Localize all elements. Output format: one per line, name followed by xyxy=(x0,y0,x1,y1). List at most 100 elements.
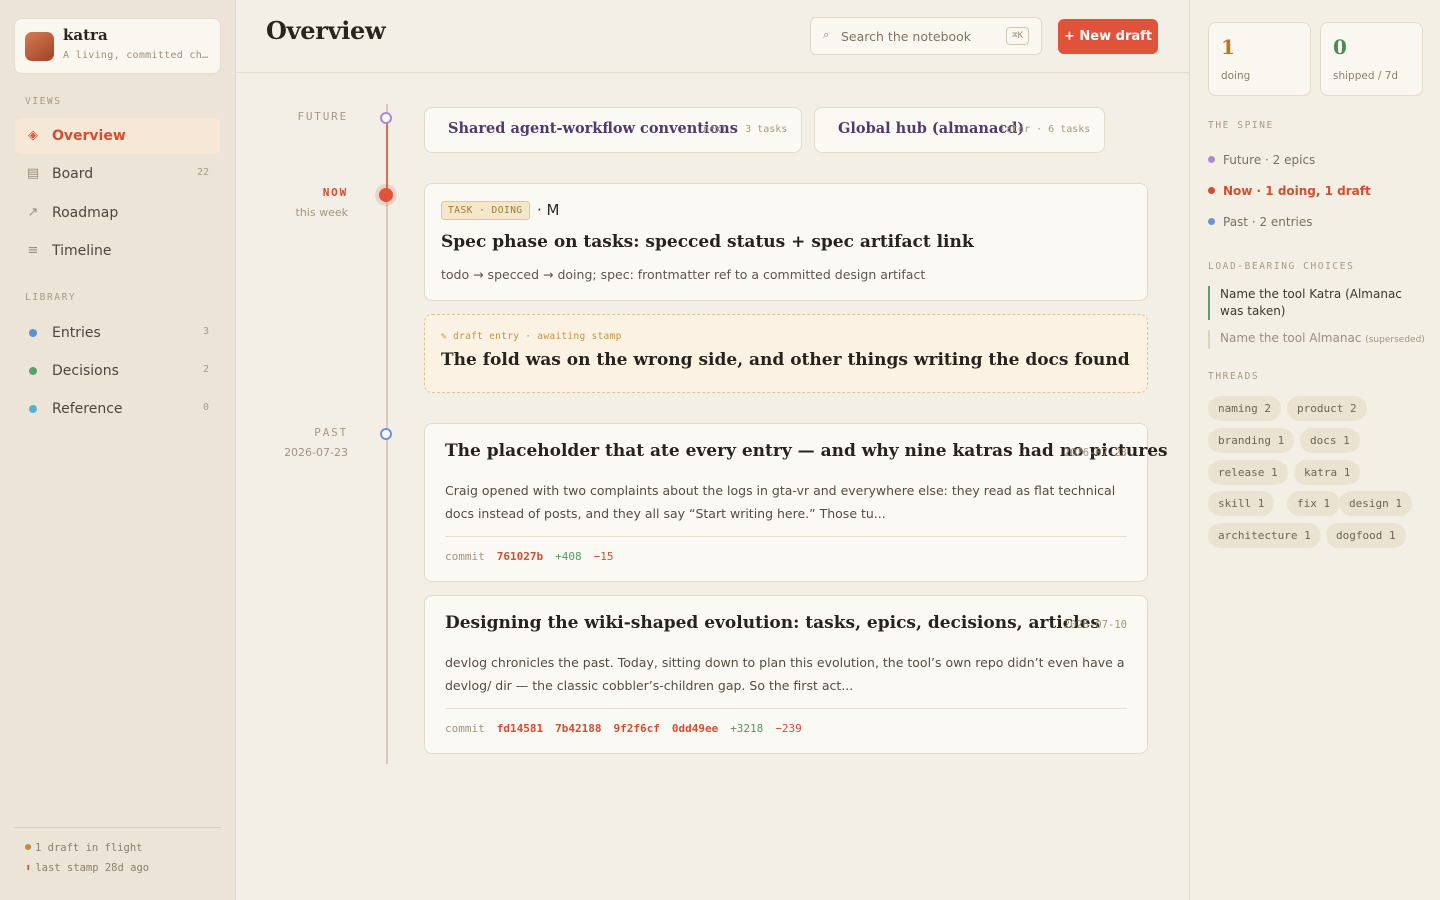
divider xyxy=(445,536,1127,537)
additions-count: +408 xyxy=(555,550,582,563)
past-node-icon xyxy=(380,428,392,440)
task-description: todo → specced → doing; spec: frontmatte… xyxy=(441,267,926,282)
reference-dot-icon xyxy=(29,405,37,413)
sidebar-item-roadmap[interactable]: ↗ Roadmap xyxy=(15,195,220,231)
divider xyxy=(445,708,1127,709)
brand-card[interactable]: katra A living, committed chronicle xyxy=(14,18,221,74)
thread-pill[interactable]: dogfood 1 xyxy=(1326,523,1406,548)
draft-status: 1 draft in flight xyxy=(25,842,142,854)
board-icon: ▤ xyxy=(26,166,40,181)
diamond-icon: ◈ xyxy=(28,128,38,143)
now-dot-icon xyxy=(1208,187,1215,194)
commit-hash-link[interactable]: 9f2f6cf xyxy=(613,722,659,735)
brand-name: katra xyxy=(63,26,108,44)
thread-pill[interactable]: naming 2 xyxy=(1208,396,1281,421)
sidebar-item-count: 3 xyxy=(202,326,209,337)
commit-hash-link[interactable]: 7b42188 xyxy=(555,722,601,735)
future-dot-icon xyxy=(1208,156,1215,163)
commit-row: commit fd14581 7b42188 9f2f6cf 0dd49ee +3218−… xyxy=(445,722,814,735)
search-icon: ⌕ xyxy=(823,28,830,41)
thread-pill[interactable]: branding 1 xyxy=(1208,428,1295,453)
commit-hash-link[interactable]: 761027b xyxy=(497,550,543,563)
draft-card[interactable]: ✎ draft entry · awaiting stamp The fold … xyxy=(424,314,1148,393)
thread-pill[interactable]: katra 1 xyxy=(1294,460,1361,485)
future-label: FUTURE xyxy=(297,110,348,123)
page-title: Overview xyxy=(266,16,386,45)
views-section-label: VIEWS xyxy=(25,96,62,107)
epic-card[interactable]: Shared agent-workflow conventions next ·… xyxy=(424,107,802,153)
task-status-badge: TASK · DOING xyxy=(441,201,530,220)
thread-pill[interactable]: skill 1 xyxy=(1208,491,1275,516)
new-draft-button[interactable]: + New draft xyxy=(1058,19,1158,54)
past-dot-icon xyxy=(1208,218,1215,225)
epic-meta: next · 3 tasks xyxy=(703,124,788,135)
epic-meta: later · 6 tasks xyxy=(1000,124,1091,135)
search-placeholder: Search the notebook xyxy=(841,29,972,44)
entry-date: 2026-07-10 xyxy=(1063,619,1127,631)
entry-title: Designing the wiki-shaped evolution: tas… xyxy=(445,613,1100,633)
epic-title: Global hub (almanacd) xyxy=(838,120,1025,137)
entries-dot-icon xyxy=(29,329,37,337)
past-sublabel: 2026-07-23 xyxy=(284,446,348,459)
arrow-up-right-icon: ↗ xyxy=(27,205,39,220)
right-panel: 1 doing 0 shipped / 7d THE SPINE Future … xyxy=(1189,0,1440,900)
choices-section-label: LOAD-BEARING CHOICES xyxy=(1208,261,1355,272)
entry-excerpt: Craig opened with two complaints about t… xyxy=(445,483,1116,521)
stamp-icon: ⬆ xyxy=(25,862,32,874)
entry-card[interactable]: The placeholder that ate every entry — a… xyxy=(424,423,1168,582)
entry-excerpt: devlog chronicles the past. Today, sitti… xyxy=(445,655,1125,693)
now-sublabel: this week xyxy=(295,206,348,219)
decision-item-active[interactable]: Name the tool Katra (Almanac was taken) xyxy=(1208,286,1428,320)
thread-pill[interactable]: product 2 xyxy=(1287,396,1367,421)
thread-pill[interactable]: docs 1 xyxy=(1300,428,1360,453)
spine-item-now[interactable]: Now · 1 doing, 1 draft xyxy=(1208,184,1371,198)
sidebar-item-count: 22 xyxy=(196,167,209,178)
thread-pill[interactable]: fix 1 xyxy=(1287,491,1341,516)
deletions-count: −15 xyxy=(593,550,614,563)
sidebar-item-label: Board xyxy=(52,166,94,182)
sidebar-item-entries[interactable]: Entries 3 xyxy=(15,315,220,351)
entry-title: The placeholder that ate every entry — a… xyxy=(445,441,1168,461)
sidebar-item-timeline[interactable]: ≡ Timeline xyxy=(15,233,220,269)
stat-label: shipped / 7d xyxy=(1333,70,1399,82)
sidebar-item-board[interactable]: ▤ Board 22 xyxy=(15,156,220,192)
brand-subtitle: A living, committed chronicle xyxy=(63,50,211,61)
sidebar-item-overview[interactable]: ◈ Overview xyxy=(15,118,220,154)
sidebar-item-label: Decisions xyxy=(52,363,119,379)
decisions-dot-icon xyxy=(29,367,37,375)
sidebar-item-label: Entries xyxy=(52,325,101,341)
search-input[interactable]: ⌕ Search the notebook ⌘K xyxy=(810,17,1042,55)
commit-hash-link[interactable]: fd14581 xyxy=(497,722,543,735)
main-content: Overview ⌕ Search the notebook ⌘K + New … xyxy=(236,0,1189,900)
task-size: · M xyxy=(537,201,560,219)
thread-pill[interactable]: design 1 xyxy=(1339,491,1412,516)
decision-item-superseded[interactable]: Name the tool Almanac (superseded) xyxy=(1208,330,1428,349)
epic-card[interactable]: Global hub (almanacd) later · 6 tasks xyxy=(814,107,1105,153)
sidebar-footer: 1 draft in flight ⬆ last stamp 28d ago xyxy=(14,827,221,874)
commit-hash-link[interactable]: 0dd49ee xyxy=(672,722,718,735)
commit-label: commit xyxy=(445,722,485,735)
thread-pill[interactable]: architecture 1 xyxy=(1208,523,1321,548)
sidebar-item-label: Reference xyxy=(52,401,123,417)
spine-section-label: THE SPINE xyxy=(1208,120,1274,131)
spine-item-future[interactable]: Future · 2 epics xyxy=(1208,153,1315,167)
task-title: Spec phase on tasks: specced status + sp… xyxy=(441,232,974,252)
sidebar-item-reference[interactable]: Reference 0 xyxy=(15,391,220,427)
task-card[interactable]: TASK · DOING · M Spec phase on tasks: sp… xyxy=(424,183,1148,301)
now-label: NOW xyxy=(322,186,348,199)
timeline-spine-now-segment xyxy=(386,118,388,194)
sidebar-item-decisions[interactable]: Decisions 2 xyxy=(15,353,220,389)
brand-logo xyxy=(25,32,54,61)
lines-icon: ≡ xyxy=(27,243,39,258)
entry-date: 2026-07-23 xyxy=(1063,447,1127,459)
stat-card-shipped: 0 shipped / 7d xyxy=(1320,22,1423,96)
spine-item-past[interactable]: Past · 2 entries xyxy=(1208,215,1313,229)
thread-pill[interactable]: release 1 xyxy=(1208,460,1288,485)
sidebar-item-label: Timeline xyxy=(52,243,112,259)
draft-meta: ✎ draft entry · awaiting stamp xyxy=(441,331,622,342)
entry-card[interactable]: Designing the wiki-shaped evolution: tas… xyxy=(424,595,1148,754)
sidebar-item-count: 2 xyxy=(202,364,209,375)
stamp-status: ⬆ last stamp 28d ago xyxy=(25,862,150,874)
sidebar-item-label: Overview xyxy=(52,128,126,144)
shortcut-hint: ⌘K xyxy=(1006,27,1029,45)
